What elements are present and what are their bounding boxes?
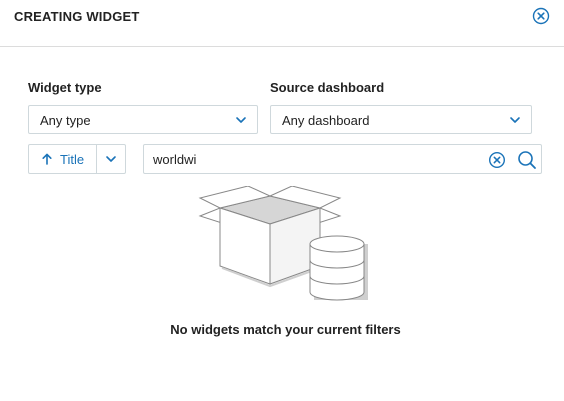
clear-search-button[interactable] <box>488 151 506 169</box>
search-icon <box>518 151 536 169</box>
source-dashboard-value: Any dashboard <box>282 113 370 128</box>
arrow-up-icon <box>42 153 52 165</box>
creating-widget-dialog: CREATING WIDGET Widget type Any type Sou… <box>0 0 564 401</box>
clear-circle-icon <box>488 151 506 169</box>
close-button[interactable] <box>532 7 550 25</box>
source-dashboard-select[interactable]: Any dashboard <box>270 105 532 134</box>
chevron-down-icon <box>236 117 246 123</box>
search-button[interactable] <box>517 150 537 170</box>
widget-type-label: Widget type <box>28 80 102 95</box>
chevron-down-icon <box>510 117 520 123</box>
empty-box-database-illustration <box>196 185 372 306</box>
dialog-title: CREATING WIDGET <box>14 9 140 24</box>
widget-type-value: Any type <box>40 113 91 128</box>
sort-field-label: Title <box>60 152 85 167</box>
sort-control: Title <box>28 144 126 174</box>
search-box <box>143 144 542 174</box>
widget-type-select[interactable]: Any type <box>28 105 258 134</box>
sort-direction-button[interactable]: Title <box>29 145 97 173</box>
sort-field-dropdown[interactable] <box>97 145 125 173</box>
dialog-header: CREATING WIDGET <box>0 0 564 47</box>
search-input[interactable] <box>153 150 473 168</box>
empty-state-message: No widgets match your current filters <box>170 322 401 337</box>
close-circle-icon <box>532 7 550 25</box>
chevron-down-icon <box>106 156 116 162</box>
source-dashboard-label: Source dashboard <box>270 80 385 95</box>
